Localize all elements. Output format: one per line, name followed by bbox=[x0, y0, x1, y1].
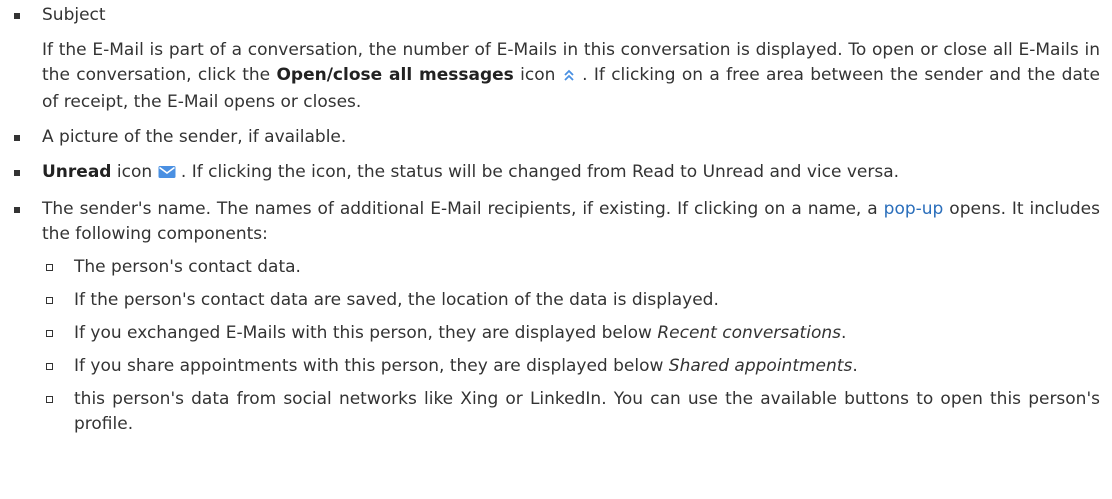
italic-term: Shared appointments bbox=[668, 356, 853, 376]
list-item-text: The sender's name. The names of addition… bbox=[42, 197, 1100, 247]
sublist-item: this person's data from social networks … bbox=[0, 387, 1112, 437]
text: If you share appointments with this pers… bbox=[74, 356, 669, 376]
sublist-item-text: The person's contact data. bbox=[74, 257, 301, 277]
text: If you exchanged E-Mails with this perso… bbox=[74, 323, 658, 343]
text: . If clicking the icon, the status will … bbox=[175, 162, 900, 182]
text: . bbox=[852, 356, 858, 376]
popup-link[interactable]: pop-up bbox=[884, 199, 944, 219]
bullet-square bbox=[14, 170, 20, 176]
text: icon bbox=[111, 162, 158, 182]
sublist-item-text: If the person's contact data are saved, … bbox=[74, 290, 719, 310]
bullet-square bbox=[14, 135, 20, 141]
italic-term: Recent conversations bbox=[657, 323, 841, 343]
sublist-item-text: this person's data from social networks … bbox=[74, 389, 1100, 434]
list-item-picture: A picture of the sender, if available. bbox=[0, 125, 1112, 150]
bold-term: Unread bbox=[42, 162, 112, 182]
bullet-square bbox=[14, 13, 20, 19]
bullet-hollow-square bbox=[46, 363, 53, 370]
double-chevron-up-icon bbox=[562, 65, 576, 90]
bullet-hollow-square bbox=[46, 396, 53, 403]
text: icon bbox=[513, 65, 562, 85]
bullet-hollow-square bbox=[46, 264, 53, 271]
bullet-hollow-square bbox=[46, 297, 53, 304]
sublist-item-text: If you share appointments with this pers… bbox=[74, 354, 1100, 379]
sublist-item-text: If you exchanged E-Mails with this perso… bbox=[74, 321, 1100, 346]
bullet-hollow-square bbox=[46, 330, 53, 337]
list-item-text: Unread icon . If clicking the icon, the … bbox=[42, 160, 1100, 187]
list-item-text: A picture of the sender, if available. bbox=[42, 127, 347, 147]
sublist-item: If you share appointments with this pers… bbox=[0, 354, 1112, 379]
content: Subject If the E-Mail is part of a conve… bbox=[0, 0, 1112, 437]
bullet-square bbox=[14, 207, 20, 213]
sublist-item: If the person's contact data are saved, … bbox=[0, 288, 1112, 313]
envelope-icon bbox=[158, 162, 176, 187]
list-item-subject: Subject If the E-Mail is part of a conve… bbox=[0, 3, 1112, 115]
sublist-item: If you exchanged E-Mails with this perso… bbox=[0, 321, 1112, 346]
list-item-sender-name: The sender's name. The names of addition… bbox=[0, 197, 1112, 247]
subject-description: If the E-Mail is part of a conversation,… bbox=[42, 38, 1100, 115]
text: The sender's name. The names of addition… bbox=[42, 199, 884, 219]
list-item-label: Subject bbox=[42, 5, 106, 25]
bold-term: Open/close all messages bbox=[276, 65, 514, 85]
text: . bbox=[840, 323, 847, 343]
sublist-item: The person's contact data. bbox=[0, 255, 1112, 280]
list-item-unread: Unread icon . If clicking the icon, the … bbox=[0, 160, 1112, 187]
